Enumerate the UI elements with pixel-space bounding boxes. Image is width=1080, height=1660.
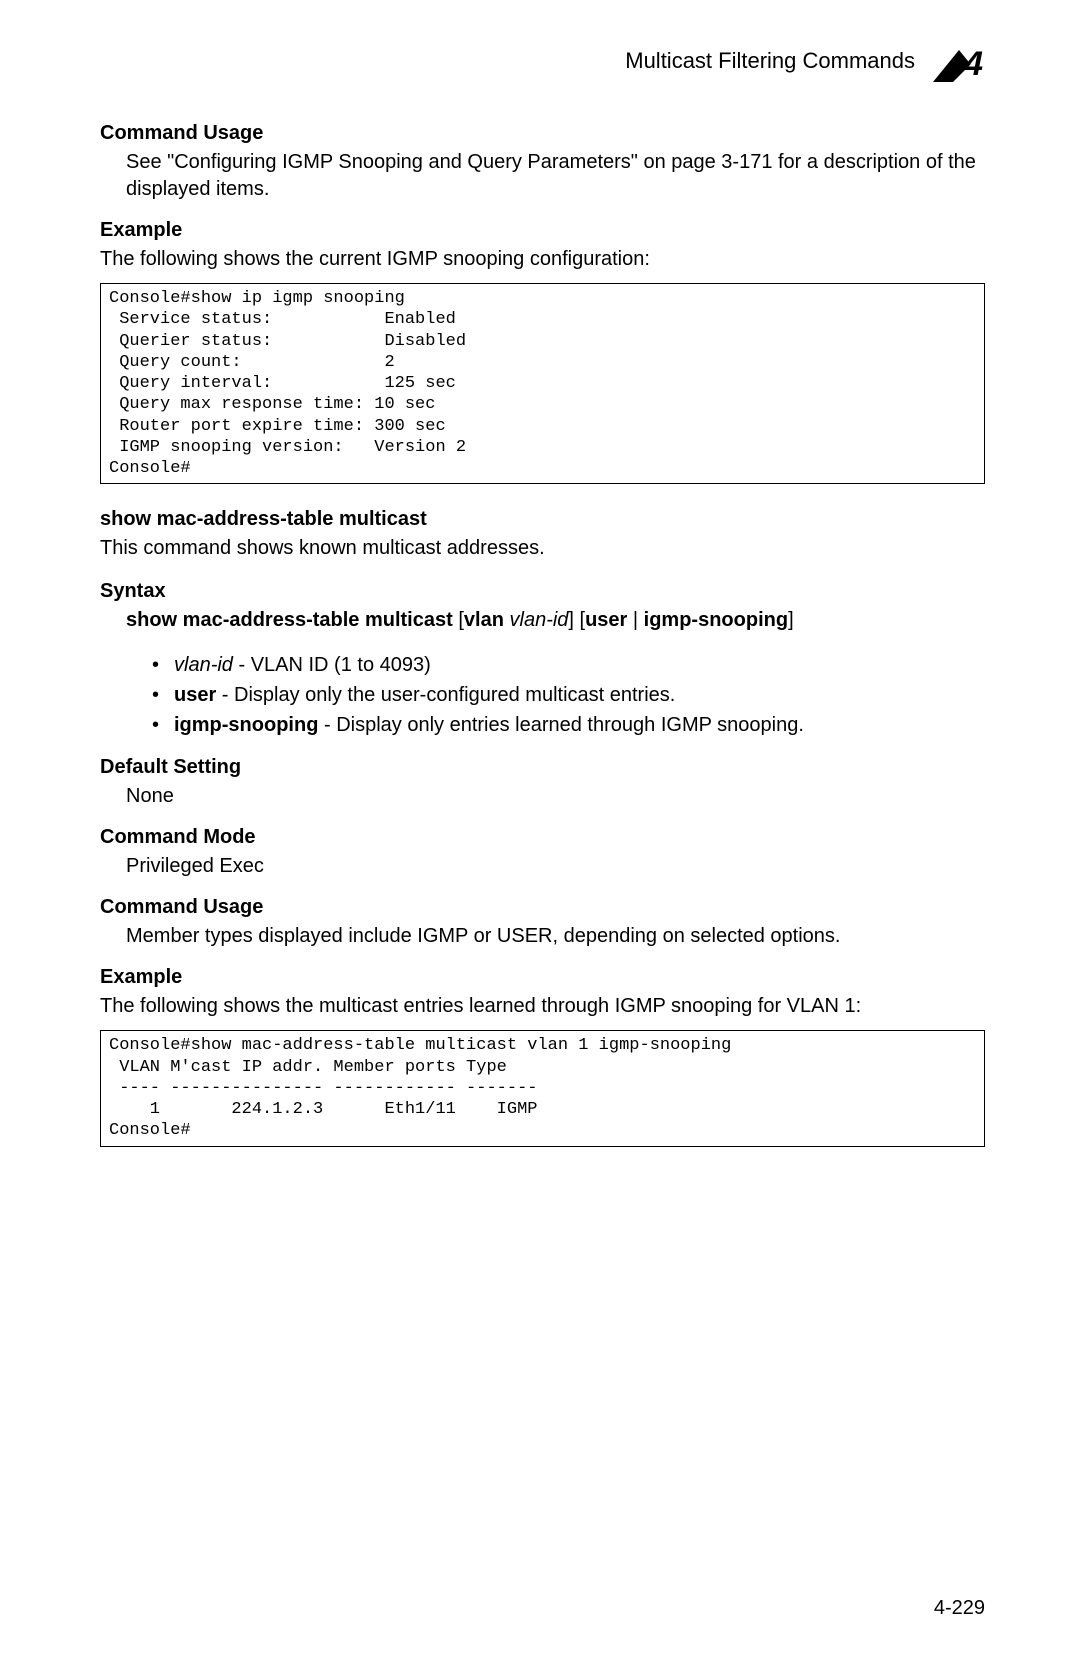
chapter-icon: 4: [933, 40, 985, 82]
code-block-2: Console#show mac-address-table multicast…: [100, 1030, 985, 1146]
list-item: vlan-id - VLAN ID (1 to 4093): [152, 650, 985, 680]
heading-command-mode: Command Mode: [100, 826, 985, 849]
syntax-line: show mac-address-table multicast [vlan v…: [126, 607, 985, 634]
param-list: vlan-id - VLAN ID (1 to 4093) user - Dis…: [152, 650, 985, 740]
command-usage-text: See "Configuring IGMP Snooping and Query…: [126, 149, 985, 203]
heading-example: Example: [100, 219, 985, 242]
header-title: Multicast Filtering Commands: [625, 48, 915, 74]
page-number: 4-229: [100, 1597, 985, 1620]
code-block-1: Console#show ip igmp snooping Service st…: [100, 283, 985, 484]
default-setting-text: None: [126, 783, 985, 810]
example-2-intro: The following shows the multicast entrie…: [100, 993, 985, 1020]
command-description: This command shows known multicast addre…: [100, 535, 985, 562]
page-header: Multicast Filtering Commands 4: [100, 40, 985, 82]
chapter-number: 4: [964, 45, 983, 84]
heading-example-2: Example: [100, 966, 985, 989]
list-item: igmp-snooping - Display only entries lea…: [152, 710, 985, 740]
command-usage-2-text: Member types displayed include IGMP or U…: [126, 923, 985, 950]
heading-command-usage-2: Command Usage: [100, 896, 985, 919]
command-title: show mac-address-table multicast: [100, 508, 985, 531]
list-item: user - Display only the user-configured …: [152, 680, 985, 710]
heading-syntax: Syntax: [100, 580, 985, 603]
example-intro: The following shows the current IGMP sno…: [100, 246, 985, 273]
command-mode-text: Privileged Exec: [126, 853, 985, 880]
heading-default-setting: Default Setting: [100, 756, 985, 779]
heading-command-usage: Command Usage: [100, 122, 985, 145]
